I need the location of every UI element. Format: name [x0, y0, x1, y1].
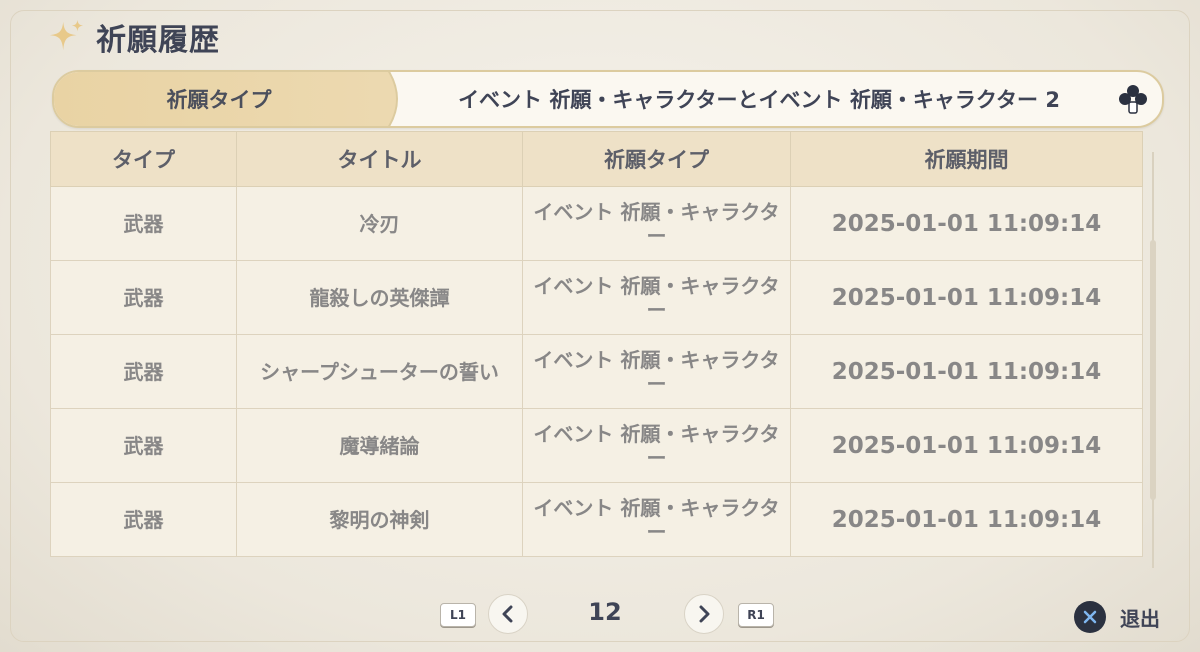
scrollbar[interactable] — [1148, 140, 1158, 580]
column-header-type: タイプ — [50, 131, 237, 187]
table-row: 武器 魔導緒論 イベント 祈願・キャラクター 2025-01-01 11:09:… — [50, 408, 1143, 483]
exit-label: 退出 — [1120, 606, 1160, 631]
table-row: 武器 黎明の神剣 イベント 祈願・キャラクター 2025-01-01 11:09… — [50, 482, 1143, 557]
cell-type: 武器 — [50, 260, 237, 335]
cell-title: 龍殺しの英傑譚 — [236, 260, 523, 335]
cell-type: 武器 — [50, 186, 237, 261]
scrollbar-thumb[interactable] — [1150, 240, 1156, 500]
table-header-row: タイプ タイトル 祈願タイプ 祈願期間 — [50, 131, 1143, 187]
page-number: 12 — [588, 598, 622, 626]
cell-wish-type: イベント 祈願・キャラクター — [522, 186, 791, 261]
clover-icon — [1119, 85, 1147, 114]
cell-type: 武器 — [50, 408, 237, 483]
filter-button[interactable] — [1112, 78, 1154, 120]
cell-title: 冷刃 — [236, 186, 523, 261]
page-title: 祈願履歴 — [96, 23, 220, 58]
chevron-left-icon — [502, 605, 513, 623]
next-page-button[interactable] — [684, 594, 724, 634]
cell-type: 武器 — [50, 334, 237, 409]
cell-wish-type: イベント 祈願・キャラクター — [522, 408, 791, 483]
column-header-wish-type: 祈願タイプ — [522, 131, 791, 187]
cell-title: 魔導緒論 — [236, 408, 523, 483]
table-row: 武器 シャープシューターの誓い イベント 祈願・キャラクター 2025-01-0… — [50, 334, 1143, 409]
pagination: L1 12 R1 — [440, 592, 780, 636]
sparkle-icon — [49, 19, 84, 51]
prev-page-button[interactable] — [488, 594, 528, 634]
cell-wish-type: イベント 祈願・キャラクター — [522, 260, 791, 335]
filter-value: イベント 祈願・キャラクターとイベント 祈願・キャラクター 2 — [458, 88, 1060, 112]
r1-key-hint: R1 — [738, 603, 774, 627]
banner-type-filter[interactable]: 祈願タイプ イベント 祈願・キャラクターとイベント 祈願・キャラクター 2 — [52, 70, 1164, 128]
chevron-right-icon — [699, 605, 710, 623]
cell-wish-time: 2025-01-01 11:09:14 — [790, 260, 1143, 335]
cell-title: シャープシューターの誓い — [236, 334, 523, 409]
cell-type: 武器 — [50, 482, 237, 557]
filter-label: 祈願タイプ — [54, 72, 384, 126]
filter-divider — [372, 72, 398, 126]
cell-wish-time: 2025-01-01 11:09:14 — [790, 334, 1143, 409]
cross-button-icon — [1074, 601, 1106, 633]
table-row: 武器 龍殺しの英傑譚 イベント 祈願・キャラクター 2025-01-01 11:… — [50, 260, 1143, 335]
table-row: 武器 冷刃 イベント 祈願・キャラクター 2025-01-01 11:09:14 — [50, 186, 1143, 261]
cell-wish-time: 2025-01-01 11:09:14 — [790, 186, 1143, 261]
exit-button[interactable]: 退出 — [1074, 600, 1160, 634]
cell-title: 黎明の神剣 — [236, 482, 523, 557]
cell-wish-time: 2025-01-01 11:09:14 — [790, 408, 1143, 483]
cell-wish-type: イベント 祈願・キャラクター — [522, 334, 791, 409]
l1-key-hint: L1 — [440, 603, 476, 627]
cell-wish-time: 2025-01-01 11:09:14 — [790, 482, 1143, 557]
column-header-wish-time: 祈願期間 — [790, 131, 1143, 187]
history-table: タイプ タイトル 祈願タイプ 祈願期間 武器 冷刃 イベント 祈願・キャラクター… — [50, 131, 1143, 557]
page-header: 祈願履歴 — [48, 14, 220, 60]
column-header-title: タイトル — [236, 131, 523, 187]
cell-wish-type: イベント 祈願・キャラクター — [522, 482, 791, 557]
